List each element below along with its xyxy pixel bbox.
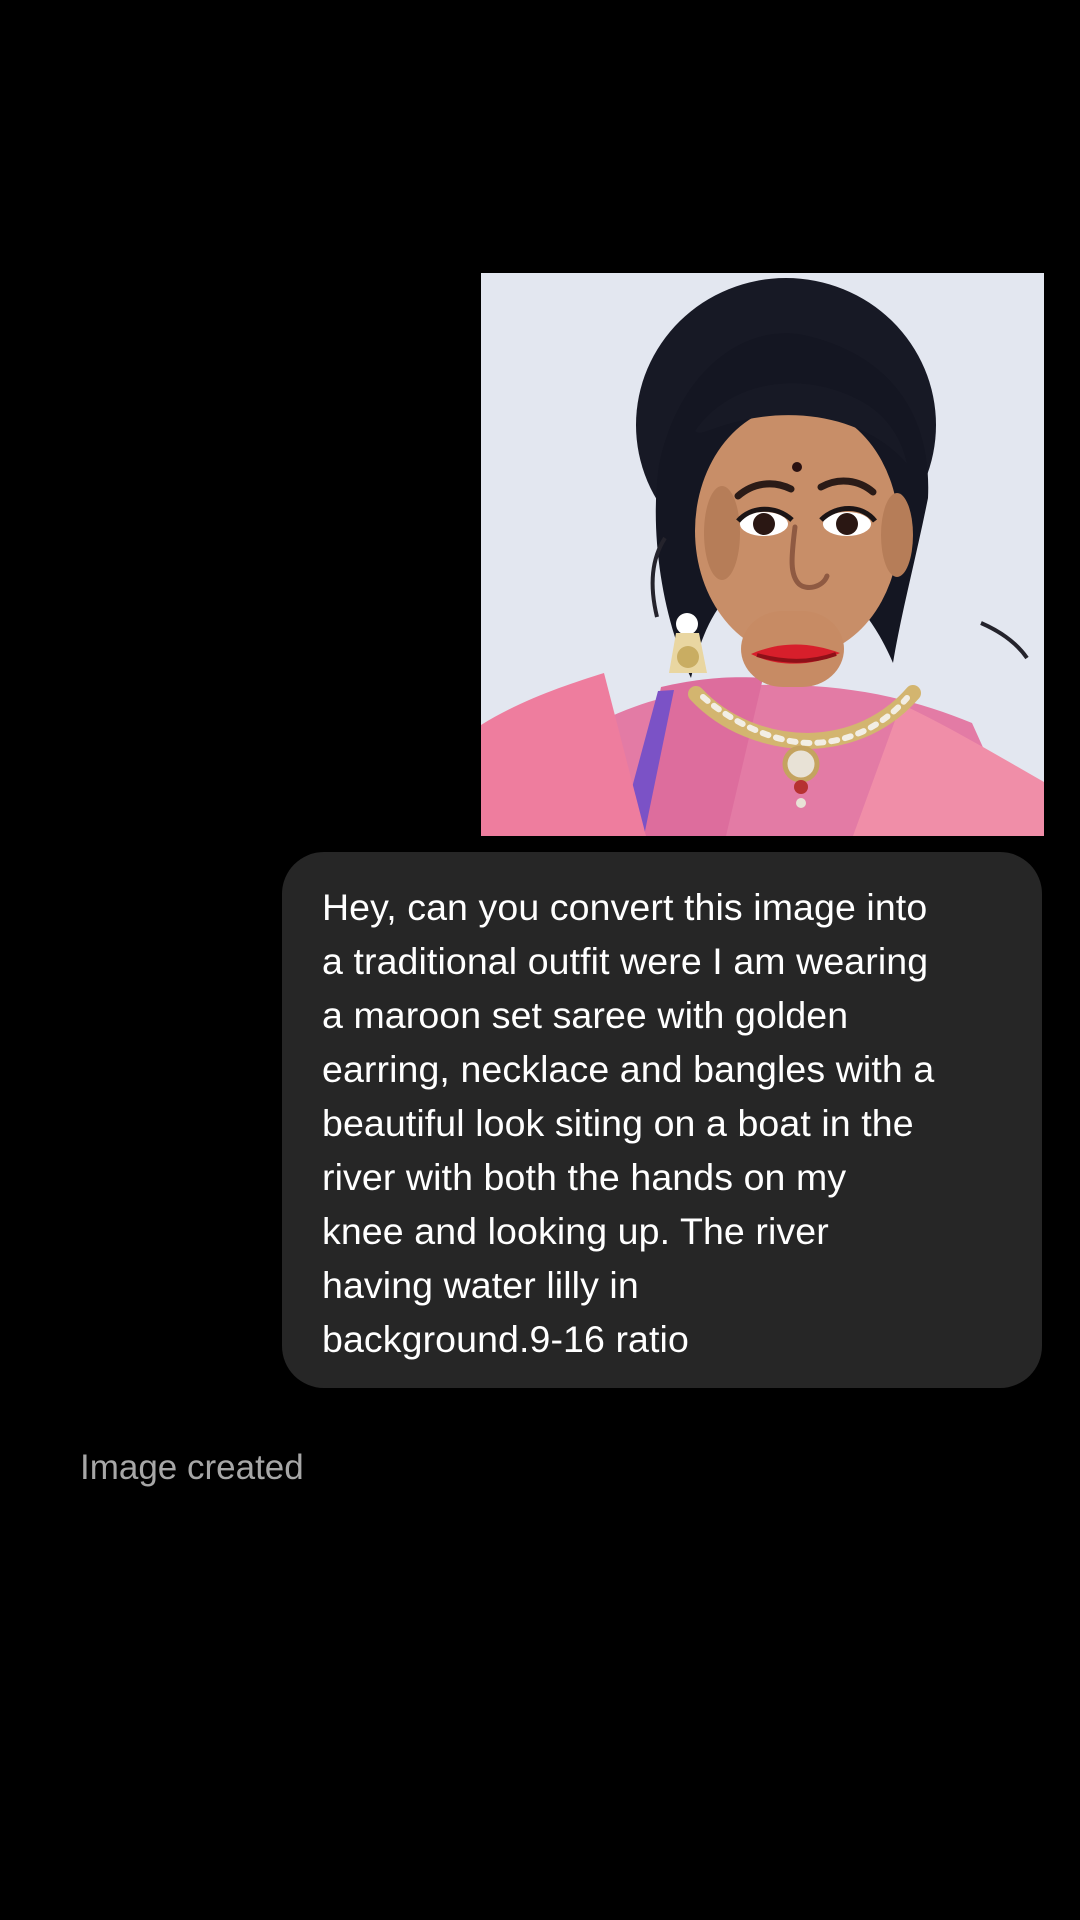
- portrait-photo-illustration: [481, 273, 1044, 836]
- user-attached-photo[interactable]: [481, 273, 1044, 836]
- chat-screen: Hey, can you convert this image into a t…: [0, 0, 1080, 1920]
- user-message-text: Hey, can you convert this image into a t…: [322, 886, 935, 1360]
- image-created-status: Image created: [80, 1448, 304, 1487]
- user-message-bubble[interactable]: Hey, can you convert this image into a t…: [282, 852, 1042, 1388]
